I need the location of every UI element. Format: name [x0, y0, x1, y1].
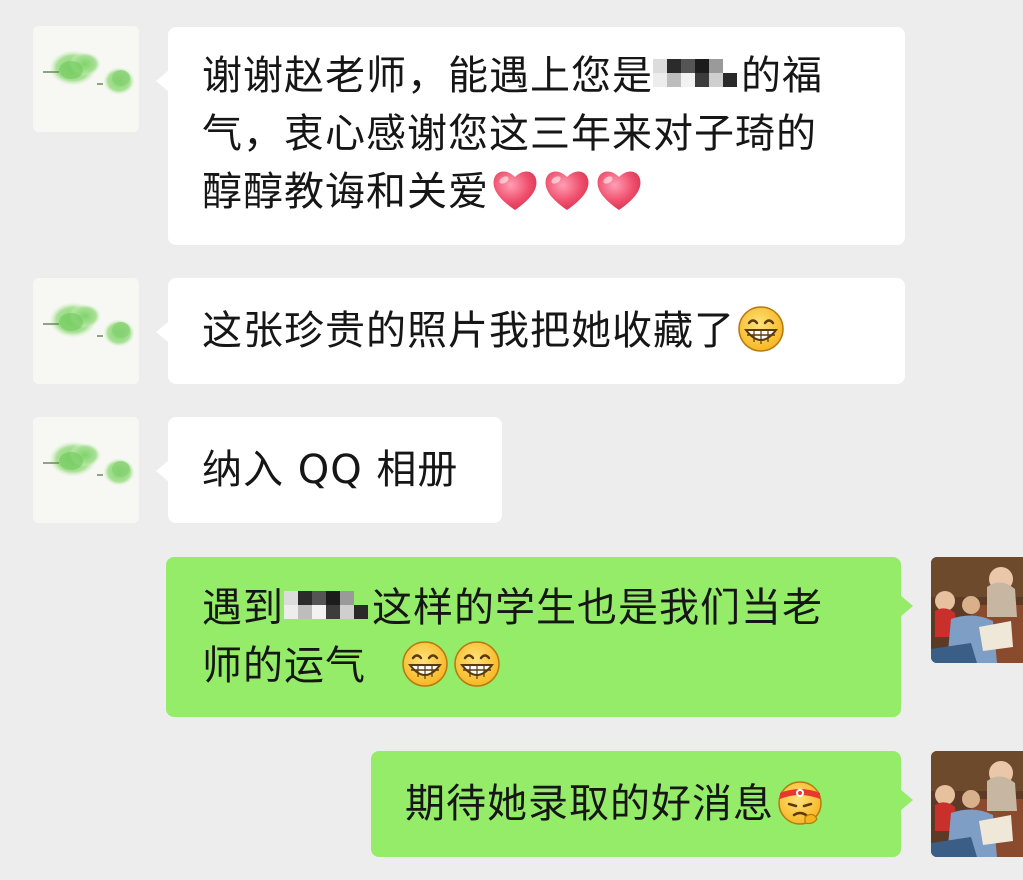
message-line: 谢谢赵老师，能遇上您是 的福 [202, 47, 905, 105]
self-avatar[interactable] [931, 751, 1023, 857]
message-text: 遇到 [202, 585, 284, 631]
message-line: 这张珍贵的照片我把她收藏了 [202, 302, 905, 360]
message-line: 师的运气 [202, 637, 901, 695]
message-bubble-outgoing[interactable]: 期待她录取的好消息 [371, 751, 913, 857]
contact-avatar[interactable] [33, 278, 139, 384]
pixel-mosaic-icon [653, 51, 741, 95]
contact-avatar[interactable] [33, 26, 139, 132]
message-bubble-incoming[interactable]: 纳入 QQ 相册 [156, 417, 502, 523]
message-text: 这样的学生也是我们当老 [372, 585, 823, 631]
painting-avatar-icon [931, 751, 1023, 857]
red-heart-emoji-icon [542, 165, 592, 215]
message-line: 期待她录取的好消息 [405, 775, 901, 833]
bubble-tail [156, 70, 169, 92]
contact-avatar[interactable] [33, 417, 139, 523]
message-text: 纳入 QQ 相册 [202, 447, 459, 493]
bubble-tail [156, 460, 169, 482]
red-heart-emoji-icon [490, 165, 540, 215]
determined-headband-emoji-icon [775, 777, 825, 827]
red-heart-emoji-icon [594, 165, 644, 215]
message-bubble-outgoing[interactable]: 遇到 这样的学生也是我们当老 师的运气 [166, 557, 913, 717]
message-line: 纳入 QQ 相册 [202, 441, 502, 499]
grinning-emoji-icon [736, 304, 786, 354]
message-text: 师的运气 [202, 643, 366, 689]
painting-avatar-icon [931, 557, 1023, 663]
pixel-mosaic-icon [284, 583, 372, 627]
message-text: 这张珍贵的照片我把她收藏了 [202, 308, 735, 354]
message-text: 气，衷心感谢您这三年来对子琦的 [202, 111, 817, 157]
message-text: 期待她录取的好消息 [405, 781, 774, 827]
message-text: 谢谢赵老师，能遇上您是 [202, 53, 653, 99]
green-watercolor-avatar-icon [33, 278, 139, 384]
message-line: 遇到 这样的学生也是我们当老 [202, 579, 901, 637]
green-watercolor-avatar-icon [33, 417, 139, 523]
message-bubble-incoming[interactable]: 这张珍贵的照片我把她收藏了 [156, 278, 905, 384]
message-line: 气，衷心感谢您这三年来对子琦的 [202, 105, 905, 163]
self-avatar[interactable] [931, 557, 1023, 663]
grinning-emoji-icon [452, 639, 502, 689]
message-bubble-incoming[interactable]: 谢谢赵老师，能遇上您是 的福 气，衷心感谢您这三年来对子琦的 醇醇教诲和关爱 [156, 27, 905, 245]
message-text: 醇醇教诲和关爱 [202, 169, 489, 215]
bubble-tail [156, 321, 169, 343]
message-text: 的福 [741, 53, 823, 99]
bubble-tail [900, 595, 913, 617]
grinning-emoji-icon [400, 639, 450, 689]
green-watercolor-avatar-icon [33, 26, 139, 132]
bubble-tail [900, 789, 913, 811]
message-line: 醇醇教诲和关爱 [202, 163, 905, 221]
